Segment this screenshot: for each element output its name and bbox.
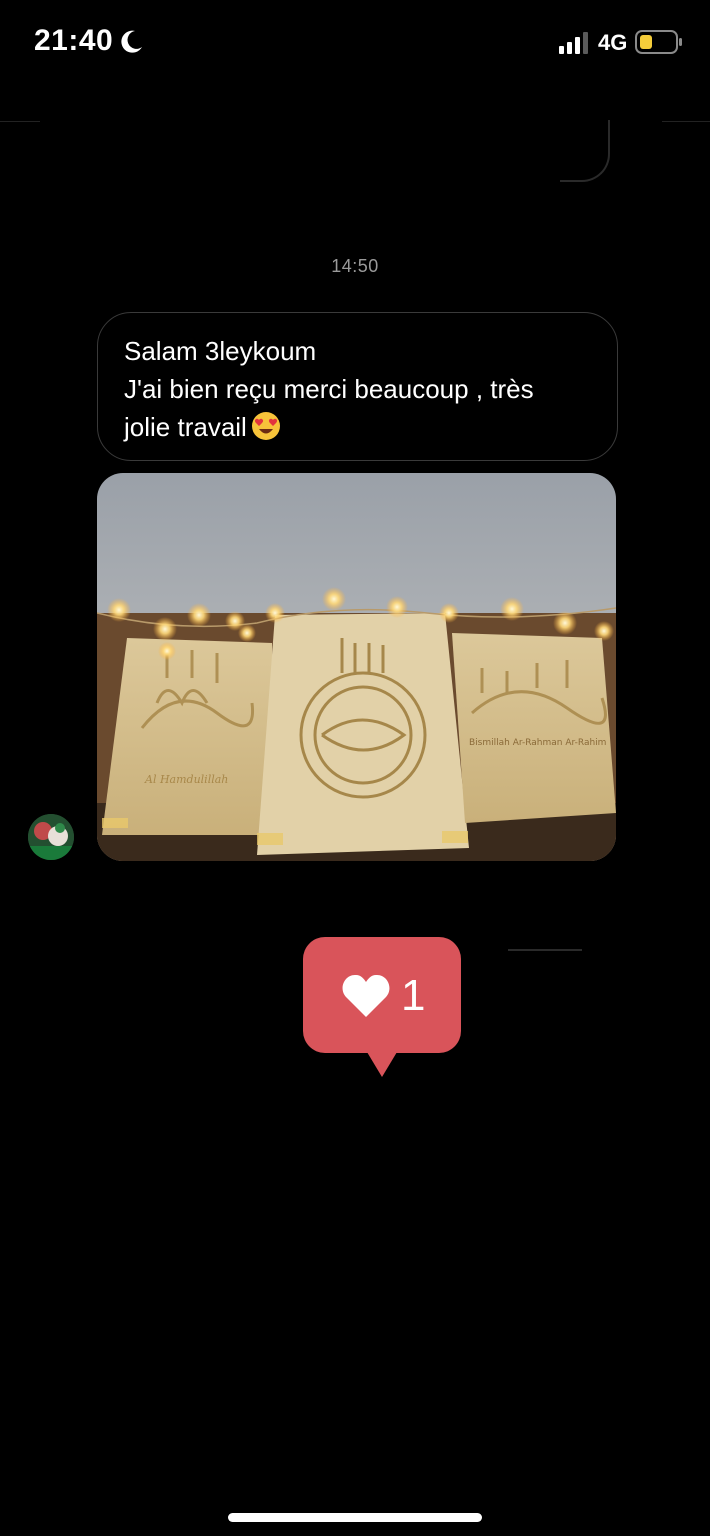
- status-time: 21:40: [34, 24, 114, 57]
- avatar-image: [28, 814, 74, 860]
- message-line: jolie travail: [124, 408, 591, 446]
- like-count: 1: [401, 971, 426, 1020]
- photo-image: Al Hamdulillah Bismillah Ar-Rahman Ar-Ra…: [97, 473, 616, 861]
- status-bar: 21:40 4G: [0, 0, 710, 88]
- moon-icon: [121, 30, 142, 53]
- network-label: 4G: [598, 30, 628, 55]
- header-divider: [662, 121, 710, 122]
- photo-message[interactable]: Al Hamdulillah Bismillah Ar-Rahman Ar-Ra…: [97, 473, 616, 861]
- like-notification-tail: [364, 1047, 400, 1077]
- header-divider: [0, 121, 40, 122]
- message-timestamp: 14:50: [331, 256, 379, 276]
- like-notification: 1: [303, 937, 461, 1053]
- message-line: Salam 3leykoum: [124, 336, 317, 366]
- heart-icon: [342, 974, 390, 1017]
- previous-message-edge: [560, 120, 610, 182]
- message-bubble[interactable]: Salam 3leykoum J'ai bien reçu merci beau…: [97, 312, 618, 461]
- message-line-text: jolie travail: [124, 412, 247, 442]
- divider-line: [508, 949, 582, 951]
- heart-eyes-emoji: [251, 412, 280, 440]
- message-line: J'ai bien reçu merci beaucoup , très: [124, 374, 534, 404]
- home-indicator[interactable]: [228, 1513, 482, 1522]
- panel-right-label: Bismillah Ar-Rahman Ar-Rahim: [469, 738, 606, 748]
- sender-avatar[interactable]: [28, 814, 74, 860]
- battery-icon: [635, 30, 682, 54]
- panel-left-label: Al Hamdulillah: [144, 773, 228, 786]
- signal-icon: [559, 32, 588, 54]
